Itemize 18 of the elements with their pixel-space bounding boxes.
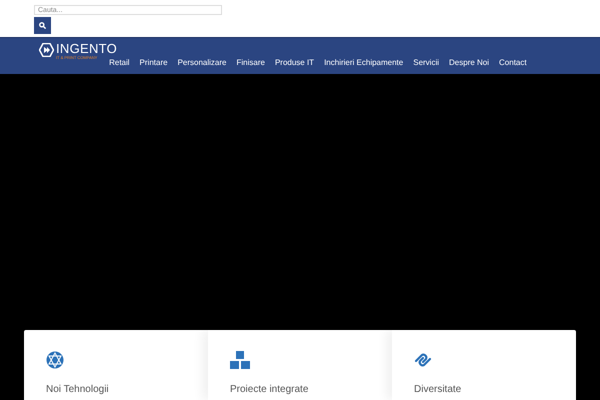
nav-link[interactable]: Servicii	[413, 58, 440, 67]
chain-link-icon	[414, 351, 432, 369]
feature-title: Proiecte integrate	[230, 384, 310, 395]
nav-link[interactable]: Finisare	[236, 58, 265, 67]
nav-link[interactable]: Inchirieri Echipamente	[324, 58, 404, 67]
nav-link[interactable]: Despre Noi	[449, 58, 490, 67]
search-button[interactable]	[34, 17, 51, 34]
logo-icon	[39, 43, 54, 57]
logo-wordmark: INGENTO	[56, 43, 118, 55]
boxes-icon	[230, 351, 250, 369]
nav-link[interactable]: Personalizare	[178, 58, 226, 67]
nav-link[interactable]: Produse IT	[274, 58, 314, 67]
feature-title: Diversitate	[414, 384, 462, 395]
feature-title: Noi Tehnologii	[46, 384, 110, 395]
nav-link[interactable]: Contact	[499, 58, 527, 67]
nav-link[interactable]: Printare	[140, 58, 168, 67]
search-icon	[39, 22, 46, 29]
nav-link[interactable]: Retail	[109, 58, 130, 67]
